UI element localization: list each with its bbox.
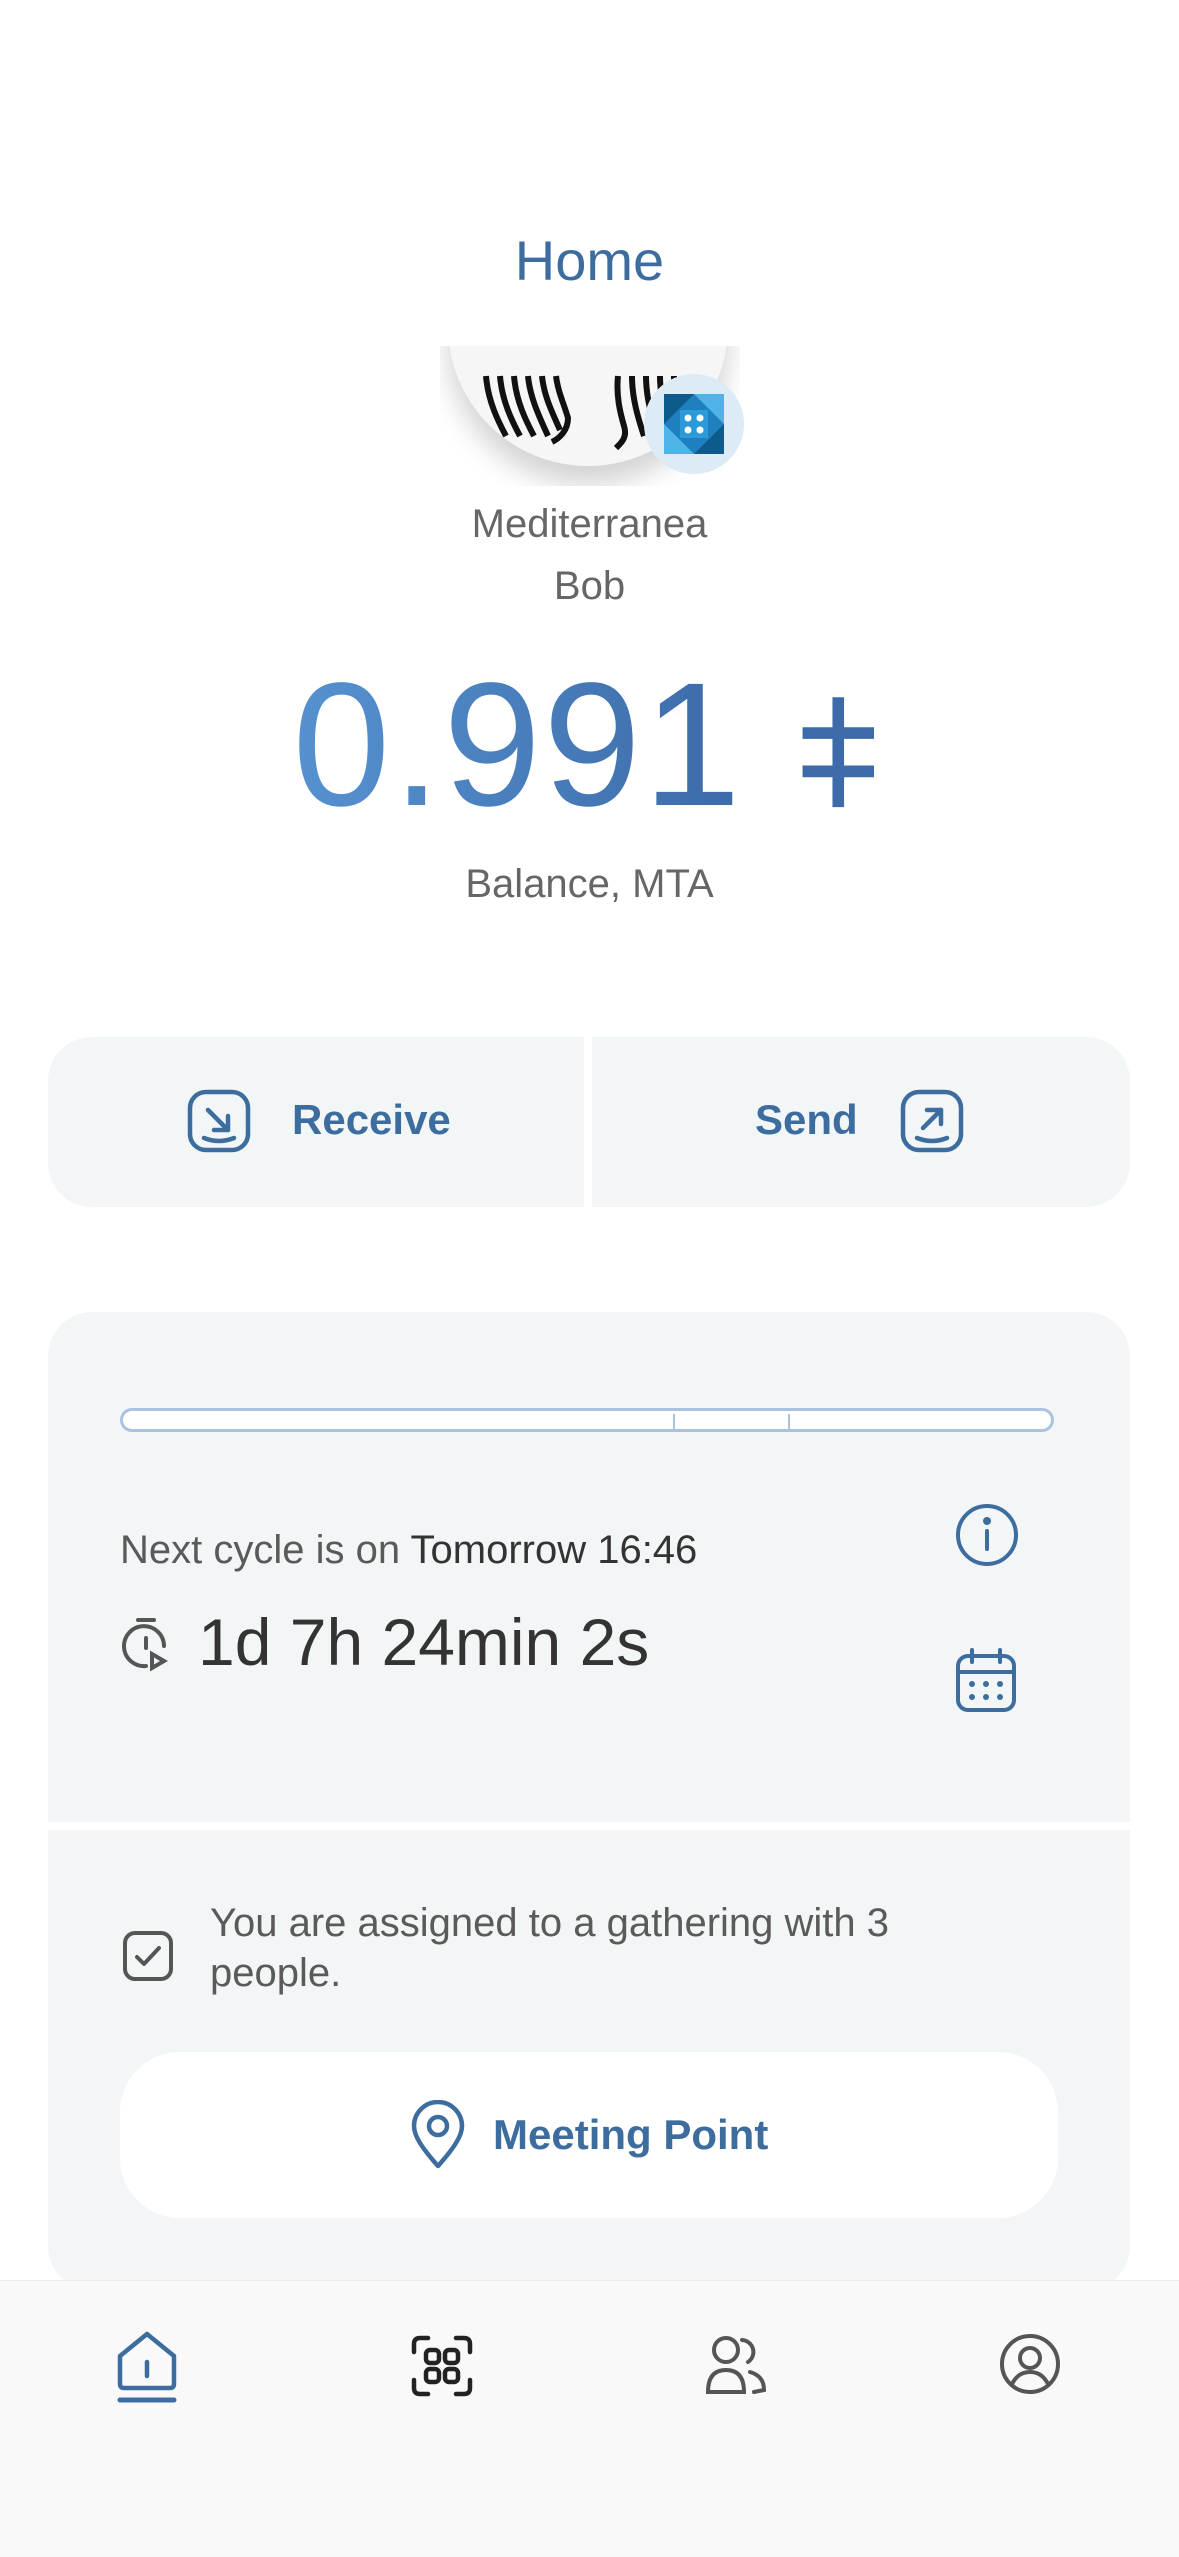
next-cycle-prefix: Next cycle is on xyxy=(120,1528,401,1572)
balance-value: 0.991 xyxy=(292,647,743,843)
send-button[interactable] xyxy=(592,1037,1130,1207)
progress-marker xyxy=(673,1414,675,1430)
currency-symbol: ⧧ xyxy=(793,647,887,843)
profile-name-line2: Bob xyxy=(553,564,626,608)
qr-scan-icon xyxy=(411,2335,473,2397)
tab-profile[interactable] xyxy=(998,2332,1062,2396)
cycle-countdown: 1d 7h 24min 2s xyxy=(198,1605,650,1679)
progress-marker xyxy=(788,1414,790,1430)
tab-scan[interactable] xyxy=(410,2334,474,2398)
meeting-point-label: Meeting Point xyxy=(493,2111,769,2158)
next-cycle-time: Tomorrow 16:46 xyxy=(410,1528,698,1572)
next-cycle-text: Next cycle is on Tomorrow 16:46 xyxy=(120,1528,697,1573)
calendar-icon[interactable] xyxy=(954,1646,1018,1714)
community-badge-icon xyxy=(644,374,744,474)
balance-display: 0.991 ⧧ xyxy=(0,650,1179,840)
receive-label: Receive xyxy=(292,1096,451,1143)
receive-icon xyxy=(186,1088,252,1154)
cycle-progress-bar xyxy=(120,1408,1054,1432)
profile-name-line1: Mediterranea xyxy=(471,502,708,546)
contacts-icon xyxy=(705,2336,767,2394)
location-pin-icon xyxy=(408,2100,468,2170)
balance-label: Balance, MTA xyxy=(465,862,714,906)
info-icon[interactable] xyxy=(954,1502,1020,1568)
tab-bar xyxy=(0,2280,1179,2557)
profile-icon xyxy=(1000,2334,1060,2394)
home-icon xyxy=(117,2331,177,2403)
tab-home[interactable] xyxy=(114,2328,180,2404)
timer-icon xyxy=(120,1616,172,1672)
checkbox-checked-icon xyxy=(122,1930,174,1982)
page-title: Home xyxy=(514,229,665,292)
gathering-message: You are assigned to a gathering with 3 p… xyxy=(210,1901,890,1995)
send-icon xyxy=(899,1088,965,1154)
send-label: Send xyxy=(755,1096,858,1143)
tab-contacts[interactable] xyxy=(704,2332,768,2398)
